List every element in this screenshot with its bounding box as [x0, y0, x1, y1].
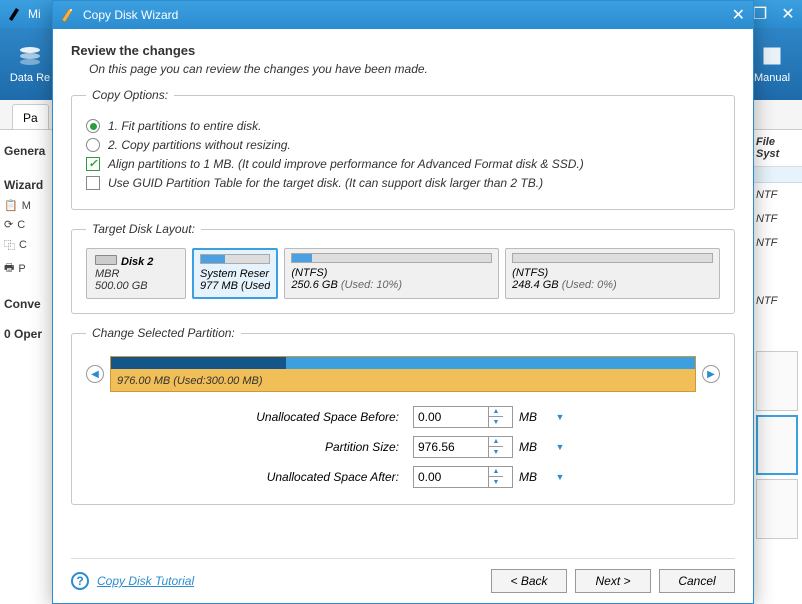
size-input[interactable] [414, 407, 488, 427]
bg-partition-box[interactable] [756, 479, 798, 539]
opt-fit-label: 1. Fit partitions to entire disk. [108, 119, 261, 133]
size-row-label: Unallocated Space Before: [217, 410, 407, 424]
copy-options-group: Copy Options: 1. Fit partitions to entir… [71, 88, 735, 210]
unit-dropdown[interactable]: ▼ [553, 410, 567, 424]
partition-size-slider[interactable]: 976.00 MB (Used:300.00 MB) [110, 356, 696, 392]
wizard-icon [59, 7, 75, 23]
bg-left-item[interactable]: 🖶P [4, 256, 48, 281]
spin-up-icon[interactable]: ▲ [489, 407, 503, 417]
size-row-label: Unallocated Space After: [217, 470, 407, 484]
page-heading: Review the changes [71, 43, 735, 58]
dialog-titlebar: Copy Disk Wizard ✕ [53, 1, 753, 29]
dialog-footer: ? Copy Disk Tutorial < Back Next > Cance… [71, 558, 735, 593]
size-spinner[interactable]: ▲▼ [413, 466, 513, 488]
target-disk-layout-group: Target Disk Layout: Disk 2 MBR500.00 GB … [71, 222, 735, 314]
copy-options-legend: Copy Options: [86, 88, 174, 102]
page-subheading: On this page you can review the changes … [89, 62, 735, 76]
radio-copy-no-resize[interactable] [86, 138, 100, 152]
cancel-button[interactable]: Cancel [659, 569, 735, 593]
bg-right-panel: File Syst NTF NTF NTF NTF [752, 130, 802, 604]
bg-partition-box[interactable] [756, 415, 798, 475]
size-row-label: Partition Size: [217, 440, 407, 454]
size-spinner[interactable]: ▲▼ [413, 406, 513, 428]
disk-stack-icon [16, 44, 44, 68]
book-icon [760, 44, 784, 68]
dialog-title: Copy Disk Wizard [83, 8, 178, 22]
slider-label: 976.00 MB (Used:300.00 MB) [117, 375, 263, 387]
opt-noresize-label: 2. Copy partitions without resizing. [108, 138, 291, 152]
partition-block[interactable]: (NTFS) 248.4 GB (Used: 0%) [505, 248, 720, 299]
radio-fit-partitions[interactable] [86, 119, 100, 133]
checkbox-align-1mb[interactable] [86, 157, 100, 171]
size-unit: MB [519, 470, 547, 484]
bg-close-icon[interactable]: ✕ [774, 0, 802, 28]
unit-dropdown[interactable]: ▼ [553, 440, 567, 454]
spin-down-icon[interactable]: ▼ [489, 477, 503, 487]
target-disk-info: Disk 2 MBR500.00 GB [86, 248, 186, 299]
disk-icon [95, 255, 117, 265]
size-input[interactable] [414, 437, 488, 457]
partition-block[interactable]: System Reser 977 MB (Used [192, 248, 278, 299]
size-input[interactable] [414, 467, 488, 487]
bg-left-item[interactable]: 📋M [4, 196, 48, 215]
opt-align-label: Align partitions to 1 MB. (It could impr… [108, 157, 584, 171]
layout-legend: Target Disk Layout: [86, 222, 201, 236]
bg-tab[interactable]: Pa [12, 104, 49, 129]
bg-left-item[interactable]: ⿻C [4, 234, 48, 256]
size-spinner[interactable]: ▲▼ [413, 436, 513, 458]
spin-down-icon[interactable]: ▼ [489, 447, 503, 457]
spin-up-icon[interactable]: ▲ [489, 437, 503, 447]
next-button[interactable]: Next > [575, 569, 651, 593]
opt-guid-label: Use GUID Partition Table for the target … [108, 176, 543, 190]
change-partition-group: Change Selected Partition: ◀ 976.00 MB (… [71, 326, 735, 505]
tutorial-link[interactable]: Copy Disk Tutorial [97, 574, 194, 588]
change-legend: Change Selected Partition: [86, 326, 241, 340]
partition-block[interactable]: (NTFS) 250.6 GB (Used: 10%) [284, 248, 499, 299]
unit-dropdown[interactable]: ▼ [553, 470, 567, 484]
spin-down-icon[interactable]: ▼ [489, 417, 503, 427]
bg-left-item[interactable]: ⟳C [4, 215, 48, 234]
copy-disk-wizard-dialog: Copy Disk Wizard ✕ Review the changes On… [52, 0, 754, 604]
back-button[interactable]: < Back [491, 569, 567, 593]
slider-right-button[interactable]: ▶ [702, 365, 720, 383]
close-icon[interactable]: ✕ [732, 5, 745, 25]
bg-partition-box[interactable] [756, 351, 798, 411]
spin-up-icon[interactable]: ▲ [489, 467, 503, 477]
help-icon[interactable]: ? [71, 572, 89, 590]
bg-left-panel: Genera Wizard 📋M ⟳C ⿻C 🖶P Conve 0 Oper [0, 130, 52, 604]
slider-left-button[interactable]: ◀ [86, 365, 104, 383]
app-icon [6, 6, 22, 22]
size-unit: MB [519, 410, 547, 424]
size-unit: MB [519, 440, 547, 454]
bg-title: Mi [28, 7, 41, 21]
toolbar-data-recovery[interactable]: Data Re [0, 28, 60, 100]
checkbox-guid-partition[interactable] [86, 176, 100, 190]
